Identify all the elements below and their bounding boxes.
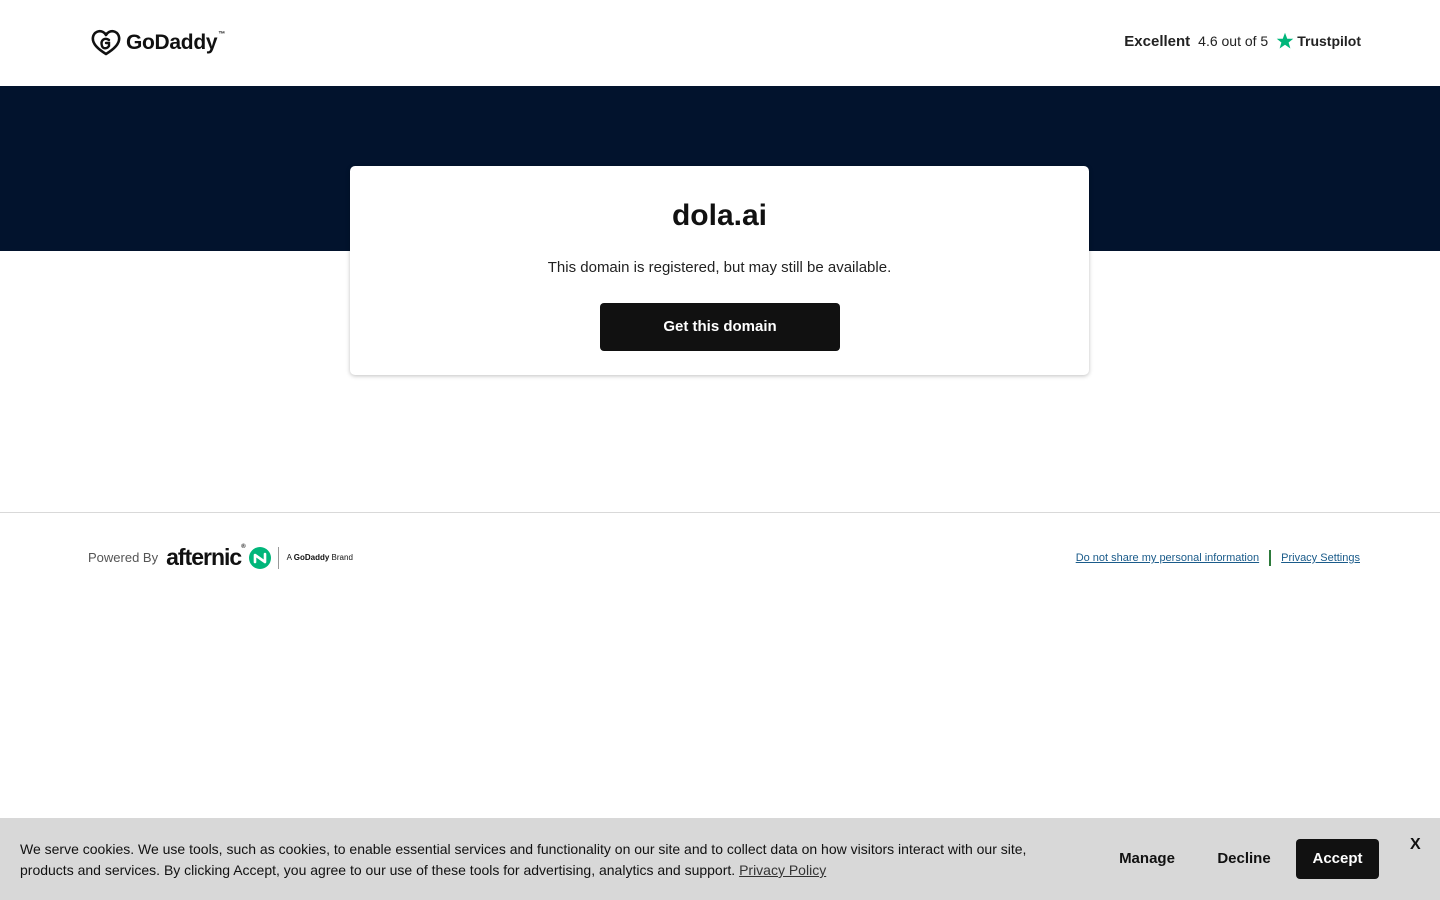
powered-by: Powered By afternic® A GoDaddy Brand [88, 544, 353, 571]
domain-status-message: This domain is registered, but may still… [547, 259, 892, 276]
afternic-arrows-icon [248, 546, 271, 569]
cookie-message: We serve cookies. We use tools, such as … [20, 841, 1027, 878]
trust-rating-word: Excellent [1124, 32, 1191, 50]
trust-score: 4.6 out of 5 [1198, 33, 1269, 49]
afternic-logo[interactable]: afternic® [166, 544, 246, 571]
accept-button[interactable]: Accept [1296, 839, 1379, 879]
footer-links: Do not share my personal information Pri… [1076, 550, 1360, 566]
link-separator [1269, 550, 1272, 566]
godaddy-brand-tag: A GoDaddy Brand [286, 553, 353, 562]
logo-wordmark: GoDaddy™ [126, 31, 225, 54]
brand-separator [277, 546, 279, 569]
domain-name: dola.ai [671, 199, 768, 232]
privacy-settings-link[interactable]: Privacy Settings [1281, 552, 1360, 564]
star-icon [1276, 32, 1294, 49]
godaddy-logo[interactable]: GoDaddy™ [90, 28, 225, 58]
close-banner-button[interactable]: X [1410, 836, 1421, 854]
godaddy-heart-icon [91, 29, 121, 56]
trustpilot-rating[interactable]: Excellent 4.6 out of 5 Trustpilot [1124, 32, 1361, 50]
trustpilot-brand: Trustpilot [1297, 33, 1361, 49]
powered-by-label: Powered By [88, 550, 159, 565]
site-header: GoDaddy™ Excellent 4.6 out of 5 Trustpil… [0, 0, 1440, 86]
privacy-policy-link[interactable]: Privacy Policy [739, 862, 826, 878]
do-not-share-link[interactable]: Do not share my personal information [1076, 552, 1259, 564]
footer-divider [0, 512, 1440, 513]
domain-card: dola.ai This domain is registered, but m… [350, 166, 1089, 375]
cookie-banner: We serve cookies. We use tools, such as … [0, 818, 1440, 900]
manage-button[interactable]: Manage [1107, 839, 1187, 879]
get-domain-button[interactable]: Get this domain [600, 303, 840, 351]
decline-button[interactable]: Decline [1205, 839, 1283, 879]
